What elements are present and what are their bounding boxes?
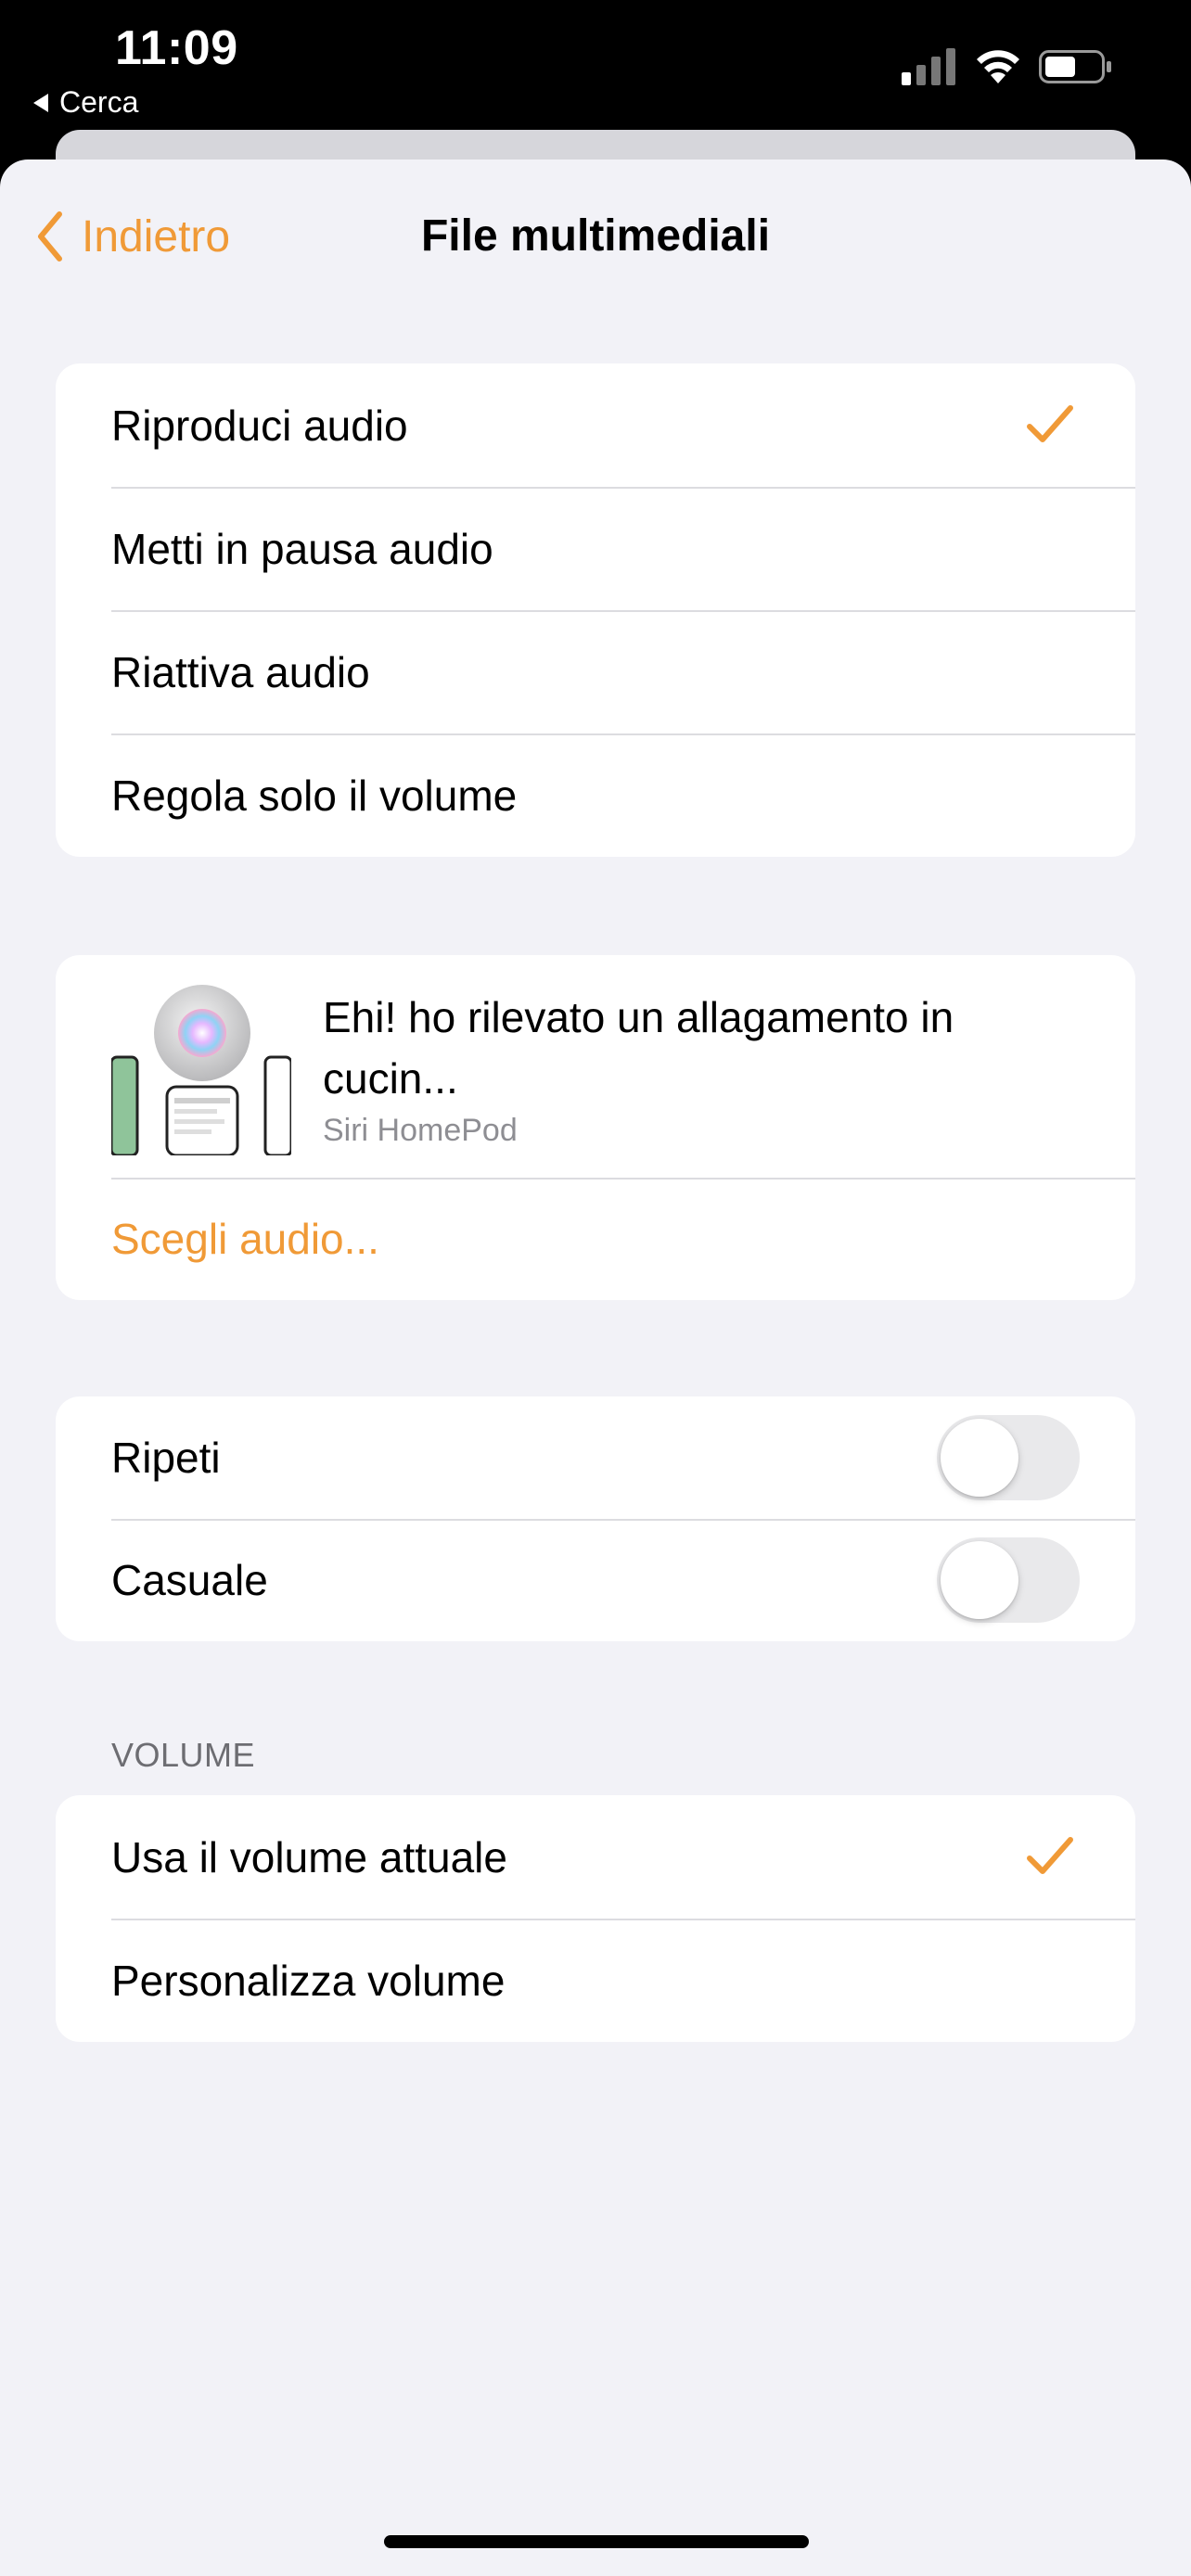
home-indicator[interactable] xyxy=(384,2535,809,2548)
choose-audio-button[interactable]: Scegli audio... xyxy=(56,1178,1135,1300)
option-label: Usa il volume attuale xyxy=(111,1832,507,1881)
option-current-volume[interactable]: Usa il volume attuale xyxy=(56,1795,1135,1919)
back-button[interactable]: Indietro xyxy=(33,206,230,267)
option-adjust-volume[interactable]: Regola solo il volume xyxy=(56,733,1135,857)
option-label: Metti in pausa audio xyxy=(111,524,493,573)
chevron-left-icon xyxy=(38,211,62,261)
shuffle-toggle[interactable] xyxy=(937,1537,1080,1623)
volume-options-group: Usa il volume attuale Personalizza volum… xyxy=(56,1795,1135,2042)
option-play-audio[interactable]: Riproduci audio xyxy=(56,363,1135,487)
status-bar: 11:09 Cerca xyxy=(0,0,1191,139)
checkmark-icon xyxy=(1027,1837,1073,1874)
playback-options-group: Riproduci audio Metti in pausa audio Ria… xyxy=(56,363,1135,857)
playback-toggles-group: Ripeti Casuale xyxy=(56,1396,1135,1641)
back-triangle-icon xyxy=(33,93,48,112)
repeat-toggle[interactable] xyxy=(937,1415,1080,1500)
option-label: Personalizza volume xyxy=(111,1956,506,2005)
option-resume-audio[interactable]: Riattiva audio xyxy=(56,610,1135,733)
audio-title: Ehi! ho rilevato un allagamento in cucin… xyxy=(323,993,954,1103)
back-to-app-button[interactable]: Cerca xyxy=(33,85,138,120)
option-label: Regola solo il volume xyxy=(111,771,518,820)
volume-section-header: VOLUME xyxy=(111,1736,256,1774)
option-custom-volume[interactable]: Personalizza volume xyxy=(56,1919,1135,2042)
back-label: Indietro xyxy=(82,211,231,261)
toggle-knob xyxy=(941,1419,1018,1497)
wifi-icon xyxy=(977,50,1019,83)
shuffle-row: Casuale xyxy=(56,1519,1135,1641)
signal-icon xyxy=(902,48,955,85)
status-time: 11:09 xyxy=(115,21,238,75)
selected-audio-item[interactable]: Ehi! ho rilevato un allagamento in cucin… xyxy=(56,955,1135,1178)
checkmark-icon xyxy=(1027,405,1073,442)
repeat-row: Ripeti xyxy=(56,1396,1135,1519)
repeat-label: Ripeti xyxy=(111,1434,221,1482)
choose-audio-label: Scegli audio... xyxy=(111,1215,379,1263)
shuffle-label: Casuale xyxy=(111,1556,268,1604)
toggle-knob xyxy=(941,1541,1018,1619)
back-to-app-label: Cerca xyxy=(59,85,139,119)
option-label: Riattiva audio xyxy=(111,647,370,696)
audio-group: Ehi! ho rilevato un allagamento in cucin… xyxy=(56,955,1135,1300)
battery-icon xyxy=(1039,50,1111,83)
audio-subtitle: Siri HomePod xyxy=(323,1113,518,1148)
homepod-artwork-image xyxy=(111,983,291,1155)
option-label: Riproduci audio xyxy=(111,401,408,450)
option-pause-audio[interactable]: Metti in pausa audio xyxy=(56,487,1135,610)
